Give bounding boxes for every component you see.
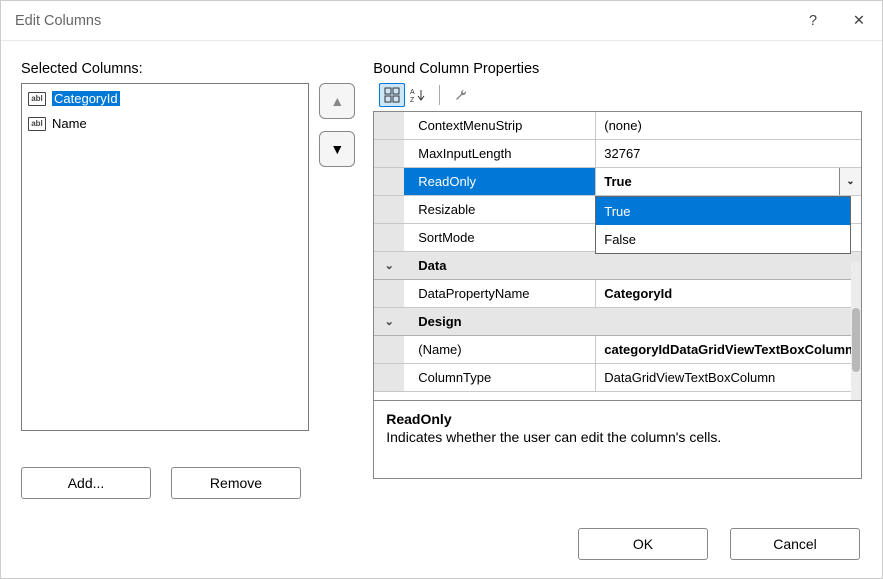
selected-columns-list[interactable]: abl CategoryId abl Name	[21, 83, 309, 431]
property-row[interactable]: (Name)categoryIdDataGridViewTextBoxColum…	[374, 336, 861, 364]
svg-text:A: A	[410, 89, 415, 96]
textbox-icon: abl	[28, 117, 46, 131]
property-row[interactable]: MaxInputLength32767	[374, 140, 861, 168]
ok-button[interactable]: OK	[578, 528, 708, 560]
cancel-button[interactable]: Cancel	[730, 528, 860, 560]
svg-text:Z: Z	[410, 97, 415, 103]
dropdown-option-true[interactable]: True	[596, 197, 850, 225]
property-name: ContextMenuStrip	[404, 112, 595, 139]
column-item[interactable]: abl Name	[24, 111, 306, 136]
property-row-gutter	[374, 196, 404, 223]
property-name: MaxInputLength	[404, 140, 595, 167]
property-row[interactable]: ColumnTypeDataGridViewTextBoxColumn	[374, 364, 861, 392]
selected-columns-label: Selected Columns:	[21, 61, 355, 77]
column-item-label: Name	[52, 116, 87, 131]
property-name: (Name)	[404, 336, 595, 363]
column-item-label: CategoryId	[52, 91, 120, 106]
property-row-gutter	[374, 280, 404, 307]
move-up-button[interactable]: ▲	[319, 83, 355, 119]
property-row-gutter	[374, 336, 404, 363]
property-value[interactable]: (none)	[595, 112, 861, 139]
readonly-dropdown[interactable]: True False	[595, 196, 851, 254]
move-buttons: ▲ ▼	[319, 83, 355, 431]
expand-toggle[interactable]: ⌄	[374, 252, 404, 279]
property-row-gutter	[374, 224, 404, 251]
property-value[interactable]: CategoryId	[595, 280, 861, 307]
categorized-button[interactable]	[379, 83, 405, 107]
property-name: Resizable	[404, 196, 595, 223]
dialog-content: Selected Columns: abl CategoryId abl Name ▲…	[1, 41, 882, 578]
property-grid[interactable]: ContextMenuStrip(none)MaxInputLength3276…	[373, 111, 862, 401]
close-icon: ✕	[853, 13, 865, 29]
dropdown-option-false[interactable]: False	[596, 225, 850, 253]
property-row-gutter	[374, 140, 404, 167]
property-pages-button[interactable]	[448, 83, 474, 107]
alphabetical-icon: AZ	[410, 87, 426, 103]
chevron-down-icon: ⌄	[385, 259, 394, 272]
property-value[interactable]: categoryIdDataGridViewTextBoxColumn	[595, 336, 861, 363]
property-description: ReadOnly Indicates whether the user can …	[373, 401, 862, 479]
add-remove-row: Add... Remove	[21, 467, 355, 499]
titlebar[interactable]: Edit Columns ? ✕	[1, 1, 882, 41]
chevron-down-icon: ⌄	[846, 176, 854, 187]
property-value[interactable]: True⌄	[595, 168, 861, 195]
property-value[interactable]: 32767	[595, 140, 861, 167]
alphabetical-button[interactable]: AZ	[405, 83, 431, 107]
property-row[interactable]: ContextMenuStrip(none)	[374, 112, 861, 140]
column-item[interactable]: abl CategoryId	[24, 86, 306, 111]
toolbar-divider	[439, 85, 440, 105]
property-category-label: Data	[404, 252, 861, 279]
textbox-icon: abl	[28, 92, 46, 106]
property-grid-scrollthumb[interactable]	[852, 308, 860, 372]
property-row[interactable]: DataPropertyNameCategoryId	[374, 280, 861, 308]
property-grid-body: ContextMenuStrip(none)MaxInputLength3276…	[374, 112, 861, 400]
property-row-gutter	[374, 168, 404, 195]
close-button[interactable]: ✕	[836, 1, 882, 41]
move-down-button[interactable]: ▼	[319, 131, 355, 167]
property-dropdown-button[interactable]: ⌄	[839, 168, 861, 195]
property-name: ReadOnly	[404, 168, 595, 195]
property-name: DataPropertyName	[404, 280, 595, 307]
remove-button[interactable]: Remove	[171, 467, 301, 499]
property-category-label: Design	[404, 308, 861, 335]
arrow-down-icon: ▼	[330, 141, 344, 157]
chevron-down-icon: ⌄	[385, 315, 394, 328]
property-row-gutter	[374, 364, 404, 391]
property-name: SortMode	[404, 224, 595, 251]
window-title: Edit Columns	[15, 13, 790, 29]
edit-columns-dialog: Edit Columns ? ✕ Selected Columns: abl Ca…	[0, 0, 883, 579]
property-name: ColumnType	[404, 364, 595, 391]
properties-panel: Bound Column Properties AZ ContextMenuSt…	[373, 61, 862, 578]
property-value[interactable]: DataGridViewTextBoxColumn	[595, 364, 861, 391]
property-category[interactable]: ⌄ Design	[374, 308, 861, 336]
property-description-title: ReadOnly	[386, 411, 849, 427]
property-row[interactable]: ReadOnlyTrue⌄	[374, 168, 861, 196]
arrow-up-icon: ▲	[330, 93, 344, 109]
property-row-gutter	[374, 112, 404, 139]
properties-toolbar: AZ	[373, 83, 862, 111]
add-button[interactable]: Add...	[21, 467, 151, 499]
properties-label: Bound Column Properties	[373, 61, 862, 77]
property-description-body: Indicates whether the user can edit the …	[386, 429, 849, 445]
help-icon: ?	[809, 13, 817, 29]
property-category[interactable]: ⌄ Data	[374, 252, 861, 280]
help-button[interactable]: ?	[790, 1, 836, 41]
wrench-icon	[453, 87, 469, 103]
expand-toggle[interactable]: ⌄	[374, 308, 404, 335]
categorized-icon	[384, 87, 400, 103]
dialog-buttons: OK Cancel	[578, 528, 860, 560]
selected-columns-panel: Selected Columns: abl CategoryId abl Name ▲…	[21, 61, 355, 578]
